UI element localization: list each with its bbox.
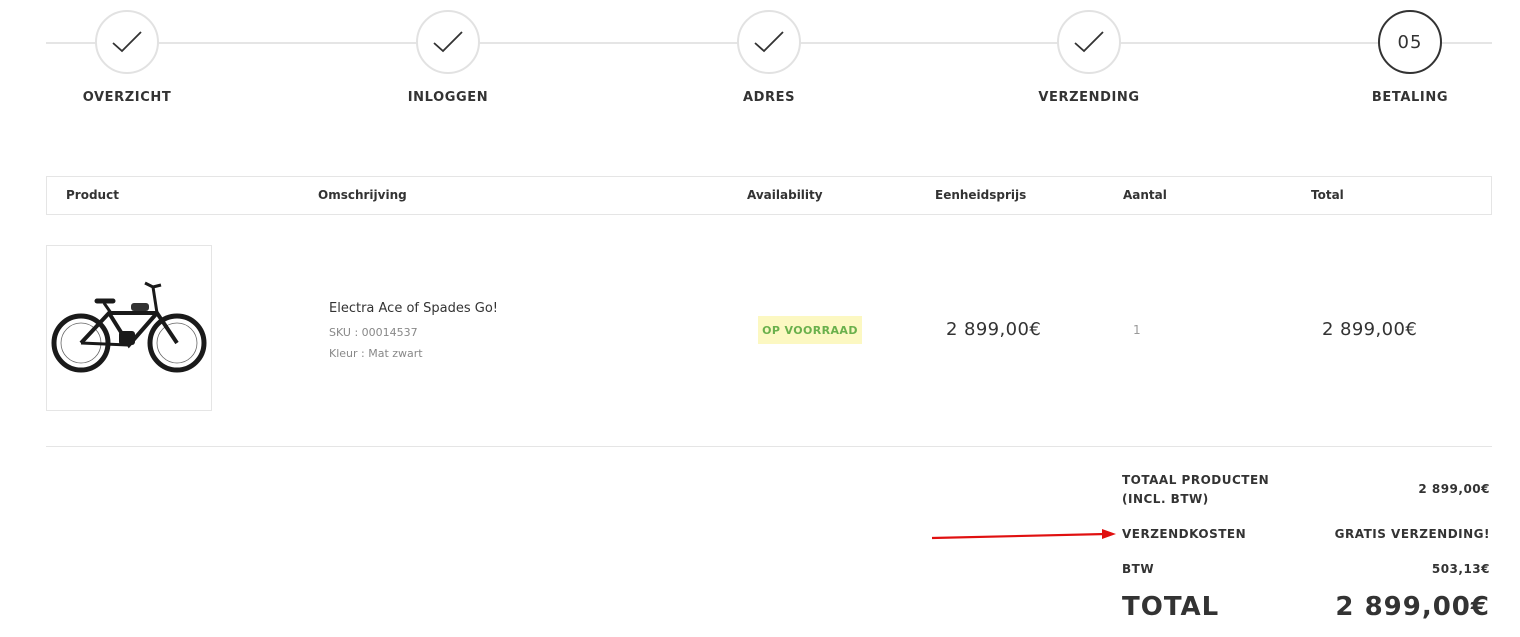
check-icon bbox=[112, 31, 142, 53]
header-eenheidsprijs: Eenheidsprijs bbox=[935, 188, 1027, 202]
cart-table-header: Product Omschrijving Availability Eenhei… bbox=[46, 176, 1492, 215]
check-icon bbox=[1074, 31, 1104, 53]
quantity-value: 1 bbox=[1133, 323, 1141, 337]
shipping-label: VERZENDKOSTEN bbox=[1122, 527, 1247, 541]
step-overzicht[interactable]: OVERZICHT bbox=[47, 10, 207, 105]
product-image[interactable] bbox=[46, 245, 212, 411]
step-inloggen[interactable]: INLOGGEN bbox=[368, 10, 528, 105]
product-color: Kleur : Mat zwart bbox=[329, 347, 423, 360]
step-circle-active: 05 bbox=[1378, 10, 1442, 74]
step-circle bbox=[95, 10, 159, 74]
total-products-value: 2 899,00€ bbox=[1418, 482, 1490, 496]
total-products-label: TOTAAL PRODUCTEN (INCL. BTW) bbox=[1122, 471, 1269, 509]
header-omschrijving: Omschrijving bbox=[318, 188, 407, 202]
grand-total-label: TOTAL bbox=[1122, 592, 1220, 622]
vat-label: BTW bbox=[1122, 562, 1155, 576]
step-circle bbox=[416, 10, 480, 74]
step-betaling: 05 BETALING bbox=[1330, 10, 1490, 105]
bicycle-icon bbox=[51, 281, 207, 373]
row-total: 2 899,00€ bbox=[1322, 319, 1418, 340]
total-products-label-line1: TOTAAL PRODUCTEN bbox=[1122, 473, 1270, 487]
step-label: BETALING bbox=[1371, 90, 1449, 105]
step-label: OVERZICHT bbox=[82, 90, 172, 105]
step-circle bbox=[1057, 10, 1121, 74]
product-name[interactable]: Electra Ace of Spades Go! bbox=[329, 301, 498, 316]
step-label: INLOGGEN bbox=[407, 90, 489, 105]
annotation-arrow-icon bbox=[931, 529, 1116, 540]
total-products-label-line2: (INCL. BTW) bbox=[1122, 492, 1209, 506]
header-aantal: Aantal bbox=[1123, 188, 1167, 202]
shipping-value: GRATIS VERZENDING! bbox=[1334, 527, 1490, 541]
check-icon bbox=[754, 31, 784, 53]
step-verzending[interactable]: VERZENDING bbox=[1009, 10, 1169, 105]
availability-badge: OP VOORRAAD bbox=[758, 316, 862, 344]
checkout-steps: OVERZICHT INLOGGEN ADRES VERZENDING 05 B… bbox=[46, 10, 1492, 110]
step-label: VERZENDING bbox=[1038, 90, 1140, 105]
grand-total-value: 2 899,00€ bbox=[1335, 592, 1490, 622]
check-icon bbox=[433, 31, 463, 53]
header-product: Product bbox=[66, 188, 119, 202]
step-label: ADRES bbox=[742, 90, 796, 105]
step-circle bbox=[737, 10, 801, 74]
vat-value: 503,13€ bbox=[1431, 562, 1490, 576]
unit-price: 2 899,00€ bbox=[946, 319, 1042, 340]
step-adres[interactable]: ADRES bbox=[689, 10, 849, 105]
product-sku: SKU : 00014537 bbox=[329, 326, 418, 339]
header-availability: Availability bbox=[747, 188, 823, 202]
header-total: Total bbox=[1311, 188, 1344, 202]
step-number: 05 bbox=[1397, 31, 1423, 53]
row-divider bbox=[46, 446, 1492, 447]
